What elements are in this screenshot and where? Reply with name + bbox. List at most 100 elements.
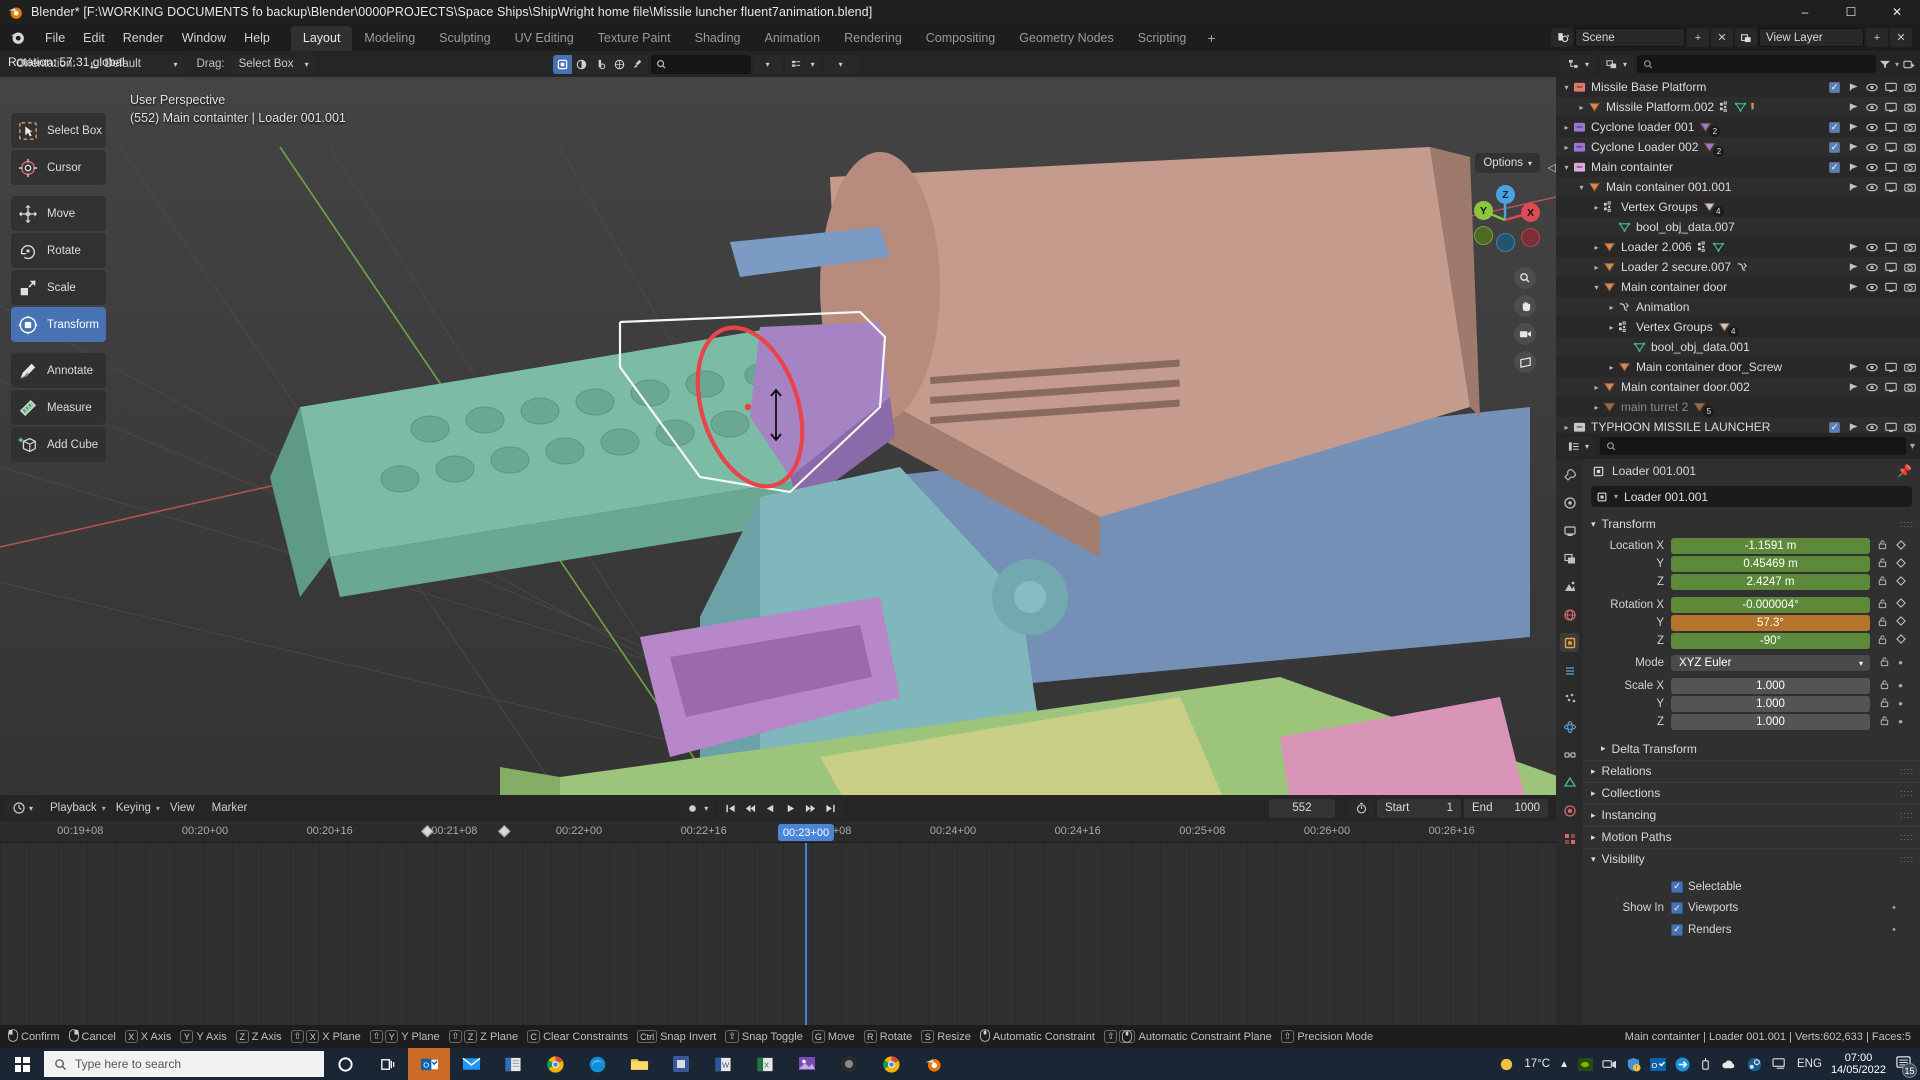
outliner-row[interactable]: ▾ Main container door: [1556, 277, 1920, 297]
timeline-menu-view[interactable]: View: [163, 800, 202, 816]
outliner-editor[interactable]: ▾ ▾ ▾ ▾ Missile Base Platform ✓ ▸ Missile Pl…: [1556, 51, 1920, 433]
outliner-row[interactable]: ▸ Vertex Groups 4: [1556, 197, 1920, 217]
play-icon[interactable]: [785, 803, 796, 814]
disclosure-triangle[interactable]: ▾: [1591, 283, 1602, 292]
outliner-row[interactable]: ▾ Main container 001.001: [1556, 177, 1920, 197]
outliner-arrow-toggle-icon[interactable]: [1847, 382, 1859, 393]
outliner-row[interactable]: ▸ Main container door_Screw: [1556, 357, 1920, 377]
auto-keying-toggle[interactable]: ▾: [680, 798, 716, 818]
edge-taskbar-icon[interactable]: [576, 1048, 618, 1080]
outliner-screen-toggle-icon[interactable]: [1885, 182, 1897, 193]
tab-material[interactable]: [1560, 801, 1579, 820]
tab-particles[interactable]: [1560, 689, 1579, 708]
tool-transform[interactable]: Transform: [11, 307, 106, 342]
3d-viewport[interactable]: Orientation: Default ▾ Drag: Select Box …: [0, 51, 1556, 795]
viewports-animate-dot[interactable]: •: [1892, 902, 1896, 914]
section-collections-header[interactable]: ▸ Collections ::::: [1583, 781, 1920, 804]
tab-world[interactable]: [1560, 605, 1579, 624]
blender-taskbar-icon[interactable]: [912, 1048, 954, 1080]
notifications-button[interactable]: 15: [1895, 1055, 1917, 1078]
outliner-eye-toggle-icon[interactable]: [1866, 122, 1878, 133]
playback-controls[interactable]: [718, 798, 844, 818]
outliner-camera-toggle-icon[interactable]: [1904, 122, 1916, 133]
tab-render[interactable]: [1560, 493, 1579, 512]
filter-icon[interactable]: [1879, 59, 1891, 70]
keyframe-diamond-icon[interactable]: [1895, 557, 1906, 571]
section-visibility-header[interactable]: ▾ Visibility ::::: [1583, 847, 1920, 870]
gizmo-y-axis[interactable]: Y: [1474, 201, 1493, 220]
tool-move[interactable]: Move: [11, 196, 106, 231]
object-name-field[interactable]: ▾ Loader 001.001: [1591, 486, 1912, 507]
gizmo-neg-z-axis[interactable]: [1496, 233, 1515, 252]
animate-dot-icon[interactable]: •: [1898, 715, 1903, 728]
tool-scale[interactable]: Scale: [11, 270, 106, 305]
outliner-screen-toggle-icon[interactable]: [1885, 282, 1897, 293]
outliner-checkbox[interactable]: ✓: [1829, 421, 1840, 433]
outliner-eye-toggle-icon[interactable]: [1866, 242, 1878, 253]
workspace-tab-modeling[interactable]: Modeling: [352, 26, 427, 51]
outliner-camera-toggle-icon[interactable]: [1904, 362, 1916, 373]
outliner-row[interactable]: ▸ Missile Platform.002: [1556, 97, 1920, 117]
outliner-screen-toggle-icon[interactable]: [1885, 362, 1897, 373]
section-delta-transform-header[interactable]: ▸ Delta Transform: [1583, 738, 1920, 760]
excel-taskbar-icon[interactable]: [492, 1048, 534, 1080]
renders-checkbox-row[interactable]: ✓ Renders: [1671, 923, 1731, 936]
play-reverse-icon[interactable]: [765, 803, 776, 814]
outliner-camera-toggle-icon[interactable]: [1904, 102, 1916, 113]
scene-field[interactable]: Scene: [1575, 28, 1685, 47]
property-value-field[interactable]: 1.000: [1671, 677, 1870, 694]
prev-keyframe-icon[interactable]: [745, 803, 756, 814]
keyframe-diamond-icon[interactable]: [1895, 616, 1906, 629]
disclosure-triangle[interactable]: ▸: [1561, 143, 1572, 152]
taskbar-search-box[interactable]: Type here to search: [44, 1051, 324, 1077]
animate-dot-icon[interactable]: •: [1898, 697, 1903, 710]
disclosure-triangle[interactable]: ▸: [1591, 263, 1602, 272]
workspace-tab-sculpting[interactable]: Sculpting: [427, 26, 502, 51]
view-layer-field[interactable]: View Layer: [1759, 28, 1864, 47]
timeline-menu-marker[interactable]: Marker: [205, 800, 255, 816]
global-shading-icon[interactable]: [572, 55, 591, 74]
explorer-taskbar-icon[interactable]: [618, 1048, 660, 1080]
workspace-tab-layout[interactable]: Layout: [290, 26, 353, 51]
outliner-arrow-toggle-icon[interactable]: [1847, 82, 1859, 93]
disclosure-triangle[interactable]: ▸: [1561, 423, 1572, 432]
lock-icon[interactable]: [1879, 715, 1890, 729]
darkapp-taskbar-icon[interactable]: [828, 1048, 870, 1080]
gizmo-z-axis[interactable]: Z: [1496, 185, 1515, 204]
lock-icon[interactable]: [1879, 679, 1890, 693]
material-preview-icon[interactable]: [591, 55, 610, 74]
timeline-menu-playback[interactable]: Playback: [43, 800, 104, 816]
section-instancing-header[interactable]: ▸ Instancing ::::: [1583, 803, 1920, 826]
lock-icon[interactable]: [1877, 598, 1888, 612]
outliner-arrow-toggle-icon[interactable]: [1847, 182, 1859, 193]
outliner-row[interactable]: ▸ Vertex Groups 4: [1556, 317, 1920, 337]
outliner-row[interactable]: ▸ Animation: [1556, 297, 1920, 317]
viewport-display-dropdown[interactable]: ▾: [784, 54, 821, 74]
timeline-editor[interactable]: ▾ Playback ▾ Keying ▾ View Marker ▾ 552: [0, 795, 1556, 1025]
outliner-arrow-toggle-icon[interactable]: [1847, 362, 1859, 373]
properties-body[interactable]: Loader 001.001 📌 ▾ Loader 001.001 ▾ Tran…: [1583, 459, 1920, 1025]
word-taskbar-icon[interactable]: W: [702, 1048, 744, 1080]
workspace-tab-texture-paint[interactable]: Texture Paint: [586, 26, 683, 51]
outliner-arrow-toggle-icon[interactable]: [1847, 242, 1859, 253]
timeline-menu-keying[interactable]: Keying: [109, 800, 158, 816]
nvidia-tray-icon[interactable]: [1578, 1057, 1593, 1071]
mail-taskbar-icon[interactable]: [450, 1048, 492, 1080]
keyframe-diamond-icon[interactable]: [1895, 539, 1906, 553]
outliner-camera-toggle-icon[interactable]: [1904, 282, 1916, 293]
scene-browse-icon[interactable]: [1551, 28, 1573, 47]
photo-taskbar-icon[interactable]: [786, 1048, 828, 1080]
viewport-search-field[interactable]: [650, 54, 751, 74]
pin-icon[interactable]: 📌: [1897, 464, 1912, 478]
selectable-checkbox[interactable]: ✓: [1671, 880, 1683, 893]
usb-eject-tray-icon[interactable]: [1699, 1057, 1712, 1072]
property-value-field[interactable]: 0.45469 m: [1671, 556, 1870, 573]
steam-tray-icon[interactable]: [1747, 1057, 1763, 1072]
outliner-arrow-toggle-icon[interactable]: [1847, 102, 1859, 113]
outliner-checkbox[interactable]: ✓: [1829, 161, 1840, 173]
outliner-eye-toggle-icon[interactable]: [1866, 162, 1878, 173]
property-value-field[interactable]: XYZ Euler ▾: [1671, 655, 1870, 672]
chevron-down-icon-16[interactable]: ▾: [1614, 492, 1618, 501]
property-value-field[interactable]: 2.4247 m: [1671, 574, 1870, 591]
property-value-field[interactable]: -1.1591 m: [1671, 538, 1870, 555]
